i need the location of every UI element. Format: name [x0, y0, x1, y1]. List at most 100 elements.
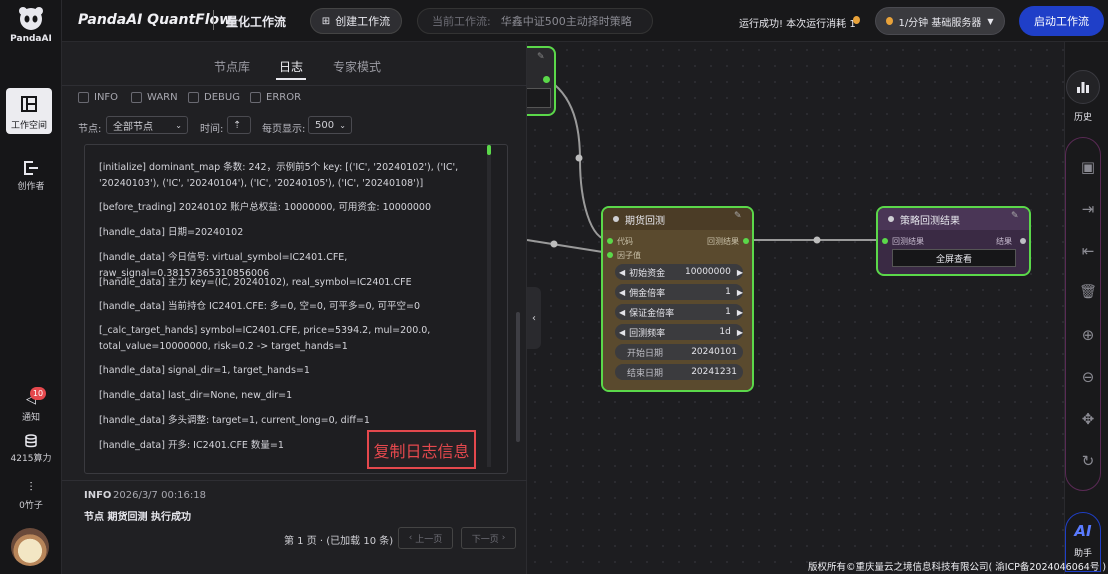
chevron-left-icon: ‹ — [532, 312, 536, 324]
upstream-output-port[interactable] — [543, 76, 550, 83]
decrement-icon[interactable]: ◀ — [619, 328, 625, 337]
chevron-right-icon: › — [501, 533, 506, 543]
zoom-out-icon[interactable]: ⊖ — [1073, 368, 1103, 386]
title-divider — [213, 10, 214, 30]
ai-assistant-icon: AI — [1074, 522, 1092, 540]
user-avatar[interactable] — [11, 528, 49, 566]
nav-bamboo[interactable]: ⫶ 0竹子 — [0, 480, 62, 511]
chevron-left-icon: ‹ — [408, 533, 413, 543]
app-title: PandaAI QuantFlow — [78, 12, 233, 28]
port-label-input: 回测结果 — [892, 237, 924, 246]
input-port-result[interactable] — [882, 238, 888, 244]
left-rail: PandaAI 工作空间 创作者 ◁ 通知 10 4215算力 ⫶ 0竹子 — [0, 0, 62, 574]
nav-workspace[interactable]: 工作空间 — [6, 88, 52, 134]
prev-page-button[interactable]: ‹ 上一页 — [398, 527, 453, 549]
increment-icon[interactable]: ▶ — [737, 268, 743, 277]
canvas-tools — [1065, 137, 1101, 491]
plus-square-icon: ⊞ — [321, 15, 331, 27]
increment-icon[interactable]: ▶ — [737, 328, 743, 337]
save-icon[interactable]: ▣ — [1073, 158, 1103, 176]
fullscreen-button[interactable]: 全屏查看 — [892, 249, 1016, 267]
tab-node-library[interactable]: 节点库 — [214, 58, 250, 75]
increment-icon[interactable]: ▶ — [737, 288, 743, 297]
entry-level: INFO — [84, 490, 112, 501]
input-port-factor[interactable] — [607, 252, 613, 258]
node-status-dot — [888, 216, 894, 222]
start-workflow-button[interactable]: 启动工作流 — [1019, 6, 1104, 36]
decrement-icon[interactable]: ◀ — [619, 288, 625, 297]
port-label-output: 回测结果 — [707, 237, 739, 246]
node-title: 期货回测 — [625, 216, 665, 227]
log-line: [initialize] dominant_map 条数: 242，示例前5个 … — [99, 162, 459, 189]
edit-icon[interactable]: ✎ — [1011, 211, 1019, 221]
log-line: [handle_data] 日期=20240102 — [99, 227, 244, 238]
param-start-date[interactable]: 开始日期 20240101 — [615, 344, 743, 360]
log-line: [handle_data] 当前持仓 IC2401.CFE: 多=0, 空=0,… — [99, 301, 421, 312]
filter-info[interactable]: INFO — [78, 92, 118, 103]
output-port-result[interactable] — [743, 238, 749, 244]
nav-creator[interactable]: 创作者 — [0, 160, 62, 192]
port-label-output: 结果 — [996, 237, 1012, 246]
trash-icon[interactable]: 🗑 — [1073, 284, 1103, 300]
filter-warn[interactable]: WARN — [131, 92, 178, 103]
edit-icon[interactable]: ✎ — [734, 211, 742, 221]
panda-logo-icon — [19, 7, 43, 30]
next-page-button[interactable]: 下一页 › — [461, 527, 516, 549]
nav-compute[interactable]: 4215算力 — [0, 434, 62, 464]
entry-time: 2026/3/7 00:16:18 — [113, 490, 207, 501]
output-port[interactable] — [1020, 238, 1026, 244]
page-size-select[interactable]: 500 ⌄ — [308, 116, 352, 134]
server-select[interactable]: 1/分钟 基础服务器 ▼ — [875, 7, 1005, 35]
refresh-icon[interactable]: ↻ — [1073, 452, 1103, 470]
app-subtitle: 量化工作流 — [226, 15, 287, 29]
increment-icon[interactable]: ▶ — [737, 308, 743, 317]
create-workflow-button[interactable]: ⊞ 创建工作流 — [310, 8, 402, 34]
bar-chart-icon — [1077, 82, 1089, 93]
import-icon[interactable]: ⇤ — [1073, 242, 1103, 260]
param-initial-capital[interactable]: ◀ 初始资金 10000000 ▶ — [615, 264, 743, 280]
move-icon[interactable]: ✥ — [1073, 410, 1103, 428]
param-frequency[interactable]: ◀ 回测频率 1d ▶ — [615, 324, 743, 340]
panel-scrollbar[interactable] — [516, 312, 520, 442]
inner-scrollbar-thumb[interactable] — [487, 145, 491, 155]
tab-logs[interactable]: 日志 — [279, 58, 303, 75]
history-button[interactable] — [1066, 70, 1100, 104]
current-workflow-field[interactable]: 当前工作流: 华鑫中证500主动择时策略 — [417, 8, 653, 34]
export-icon[interactable]: ⇥ — [1073, 200, 1103, 218]
time-sort-label: 时间: — [200, 124, 224, 135]
sort-ascending-icon: ⇡ — [233, 119, 242, 131]
bamboo-icon: ⫶ — [29, 480, 33, 494]
port-label-factor: 因子值 — [617, 251, 641, 260]
entry-message: 节点 期货回测 执行成功 — [84, 512, 191, 523]
exit-box-icon — [24, 161, 38, 175]
param-margin[interactable]: ◀ 保证金倍率 1 ▶ — [615, 304, 743, 320]
top-bar: PandaAI QuantFlow 量化工作流 ⊞ 创建工作流 当前工作流: 华… — [62, 0, 1108, 42]
log-panel: 节点库 日志 专家模式 INFO WARN DEBUG ERROR 节点: 全部… — [62, 42, 527, 574]
log-line: [before_trading] 20240102 账户总权益: 1000000… — [99, 202, 431, 213]
zoom-in-icon[interactable]: ⊕ — [1073, 326, 1103, 344]
active-tab-underline — [276, 78, 306, 80]
copy-log-annotation[interactable]: 复制日志信息 — [367, 430, 476, 469]
collapse-panel-handle[interactable]: ‹ — [527, 287, 541, 349]
tab-expert-mode[interactable]: 专家模式 — [333, 58, 381, 75]
log-entry-box[interactable]: [initialize] dominant_map 条数: 242，示例前5个 … — [84, 144, 508, 474]
node-title: 策略回测结果 — [900, 216, 960, 227]
decrement-icon[interactable]: ◀ — [619, 308, 625, 317]
edit-icon[interactable]: ✎ — [537, 52, 545, 62]
inner-scrollbar-track[interactable] — [487, 145, 491, 467]
param-commission[interactable]: ◀ 佣金倍率 1 ▶ — [615, 284, 743, 300]
time-sort-button[interactable]: ⇡ — [227, 116, 251, 134]
filter-error[interactable]: ERROR — [250, 92, 301, 103]
run-status-text: 运行成功! 本次运行消耗 1 — [739, 19, 856, 30]
decrement-icon[interactable]: ◀ — [619, 268, 625, 277]
filter-debug[interactable]: DEBUG — [188, 92, 240, 103]
log-line: [_calc_target_hands] symbol=IC2401.CFE, … — [99, 325, 431, 352]
node-filter-select[interactable]: 全部节点 ⌄ — [106, 116, 188, 134]
input-port-code[interactable] — [607, 238, 613, 244]
log-line: [handle_data] signal_dir=1, target_hands… — [99, 365, 310, 376]
node-strategy-result[interactable]: 策略回测结果 ✎ 回测结果 结果 全屏查看 — [876, 206, 1031, 276]
node-futures-backtest[interactable]: 期货回测 ✎ 代码 因子值 回测结果 ◀ 初始资金 10000000 ▶ ◀ 佣… — [601, 206, 754, 392]
chevron-down-icon: ⌄ — [339, 120, 346, 130]
upstream-node-field — [523, 88, 551, 108]
param-end-date[interactable]: 结束日期 20241231 — [615, 364, 743, 380]
